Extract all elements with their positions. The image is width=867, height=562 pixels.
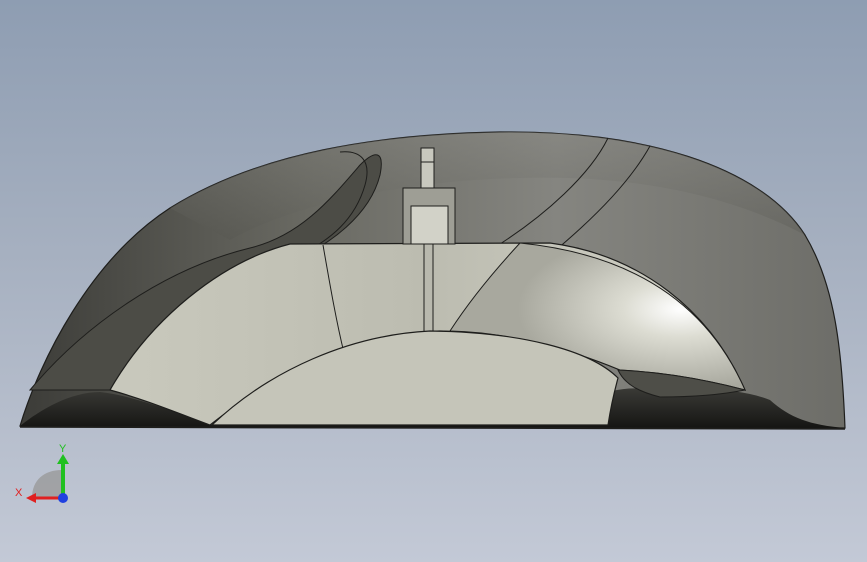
post-tip [420, 147, 435, 189]
triad-x-arrowhead [26, 493, 36, 503]
post-block-front [410, 205, 449, 245]
cad-viewport[interactable] [0, 0, 867, 562]
triad-y-arrowhead [57, 454, 69, 464]
triad-x-label: X [15, 487, 23, 499]
triad-plane [32, 470, 62, 498]
triad-y-label: Y [59, 443, 67, 455]
triad-z-axis [58, 493, 68, 503]
orientation-triad[interactable]: Y X [14, 440, 76, 510]
center-rib [423, 243, 434, 333]
